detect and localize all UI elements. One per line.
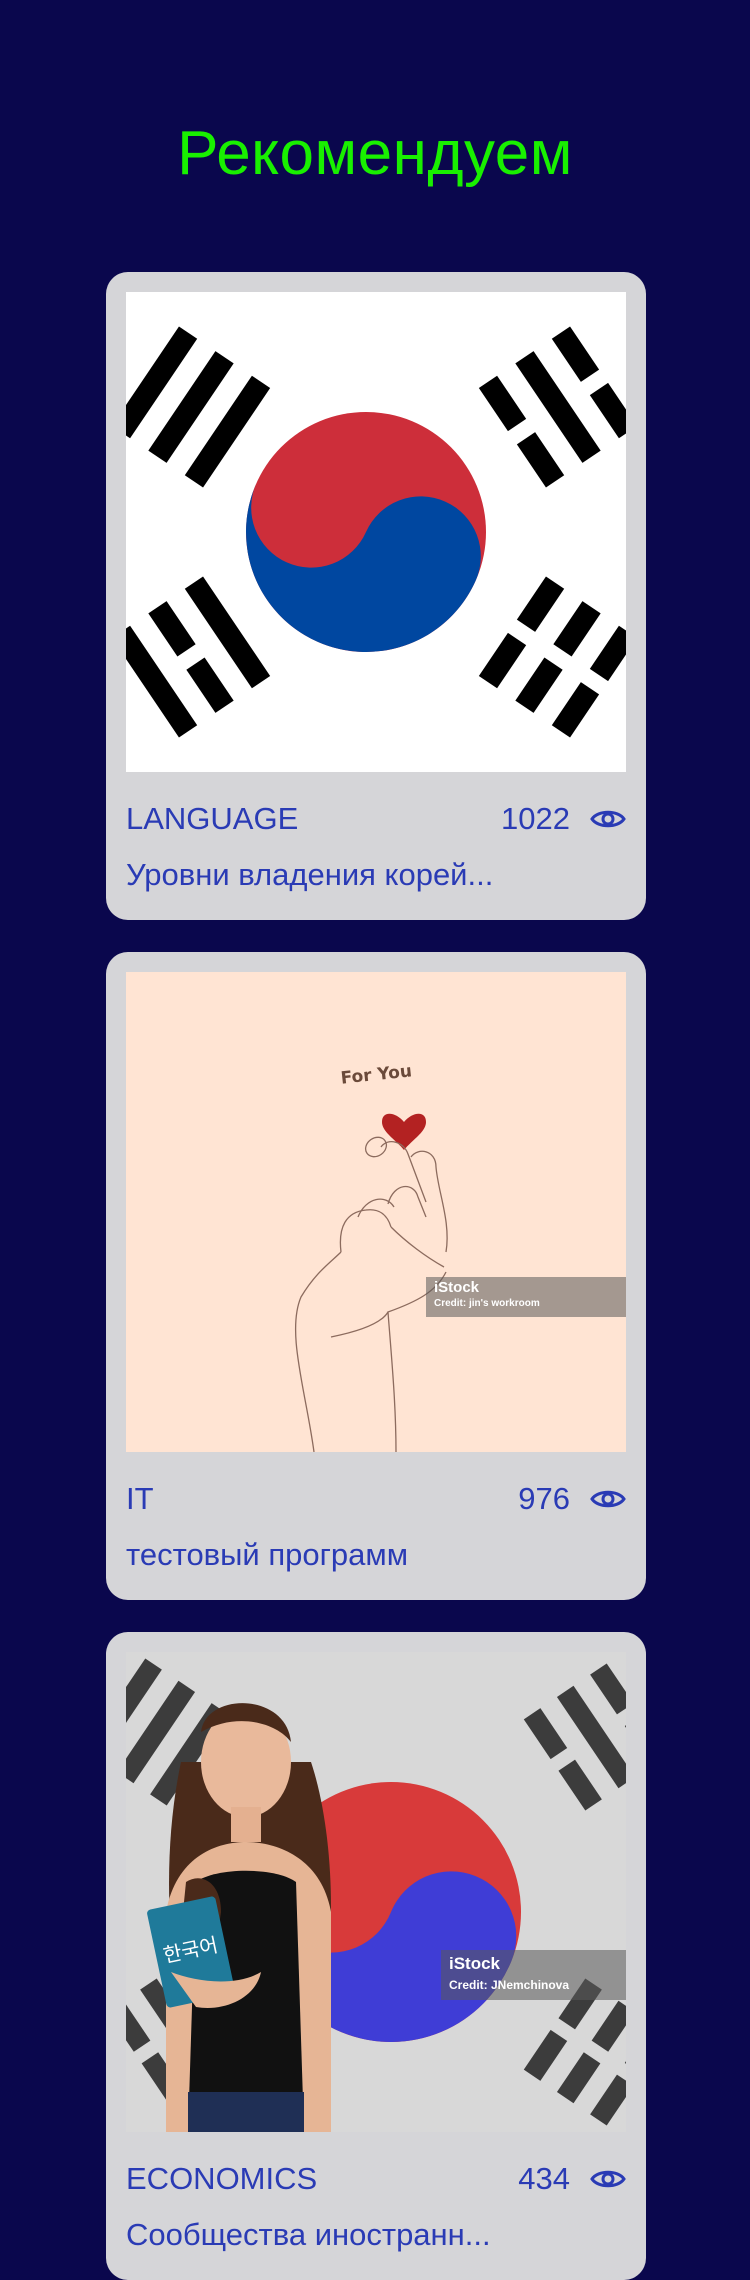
card-image-woman-korean-flag: 한국어 iStock Credit: JNemchinova xyxy=(126,1652,626,2132)
watermark-brand: iStock xyxy=(449,1954,501,1973)
eye-icon xyxy=(590,1490,626,1508)
card-category: ECONOMICS xyxy=(126,2161,318,2196)
eye-icon xyxy=(590,2170,626,2188)
watermark-brand: iStock xyxy=(434,1279,480,1296)
page-title: Рекомендуем xyxy=(177,119,573,188)
watermark-credit: Credit: JNemchinova xyxy=(449,1978,570,1992)
card-description: тестовый программ xyxy=(126,1537,409,1572)
watermark-credit: Credit: jin's workroom xyxy=(434,1298,540,1309)
article-card[interactable]: 한국어 iStock Credit: JNemchinova ECONOMICS… xyxy=(106,1632,646,2280)
view-count: 1022 xyxy=(501,801,626,837)
view-count-value: 1022 xyxy=(501,801,570,836)
recommendations-page: Рекомендуем LANGUAGE 1022 Уровни владени… xyxy=(0,0,750,2280)
eye-icon xyxy=(590,810,626,828)
stock-watermark: iStock Credit: JNemchinova xyxy=(441,1950,626,2000)
card-image-korean-flag xyxy=(126,292,626,772)
article-card[interactable]: LANGUAGE 1022 Уровни владения корей... xyxy=(106,272,646,920)
card-description: Уровни владения корей... xyxy=(126,857,494,892)
card-description: Сообщества иностранн... xyxy=(126,2217,491,2252)
view-count: 976 xyxy=(518,1481,626,1517)
stock-watermark: iStock Credit: jin's workroom xyxy=(426,1277,626,1317)
card-image-finger-heart: For You iStock Credit: jin's workroom xyxy=(126,972,626,1452)
view-count: 434 xyxy=(518,2161,626,2197)
view-count-value: 434 xyxy=(518,2161,570,2196)
card-category: LANGUAGE xyxy=(126,801,299,836)
article-card[interactable]: For You iStock Credit: jin's workroom IT… xyxy=(106,952,646,1600)
view-count-value: 976 xyxy=(518,1481,570,1516)
card-category: IT xyxy=(126,1481,154,1516)
